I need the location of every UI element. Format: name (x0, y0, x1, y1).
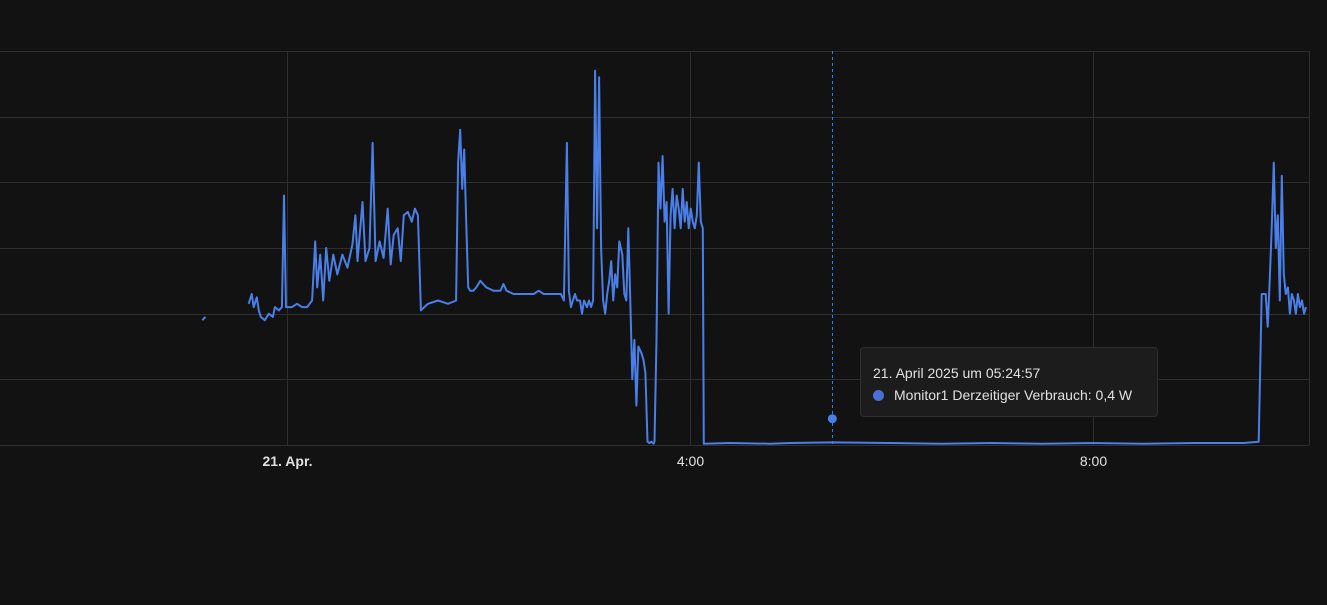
tooltip-timestamp: 21. April 2025 um 05:24:57 (873, 365, 1041, 381)
tooltip-series-row: Monitor1 Derzeitiger Verbrauch: 0,4 W (873, 386, 1145, 404)
chart-tooltip: 21. April 2025 um 05:24:57 Monitor1 Derz… (860, 347, 1158, 417)
highlight-point (827, 414, 837, 424)
x-tick-label: 4:00 (677, 453, 704, 469)
tooltip-series-value: Monitor1 Derzeitiger Verbrauch: 0,4 W (894, 387, 1133, 403)
x-tick-label: 8:00 (1080, 453, 1107, 469)
x-tick-label: 21. Apr. (262, 453, 312, 469)
chart-container: 21. Apr. 4:00 8:00 21. April 2025 um 05:24… (0, 0, 1327, 605)
line-chart: 21. Apr. 4:00 8:00 (0, 51, 1310, 469)
series-color-dot (873, 389, 884, 401)
